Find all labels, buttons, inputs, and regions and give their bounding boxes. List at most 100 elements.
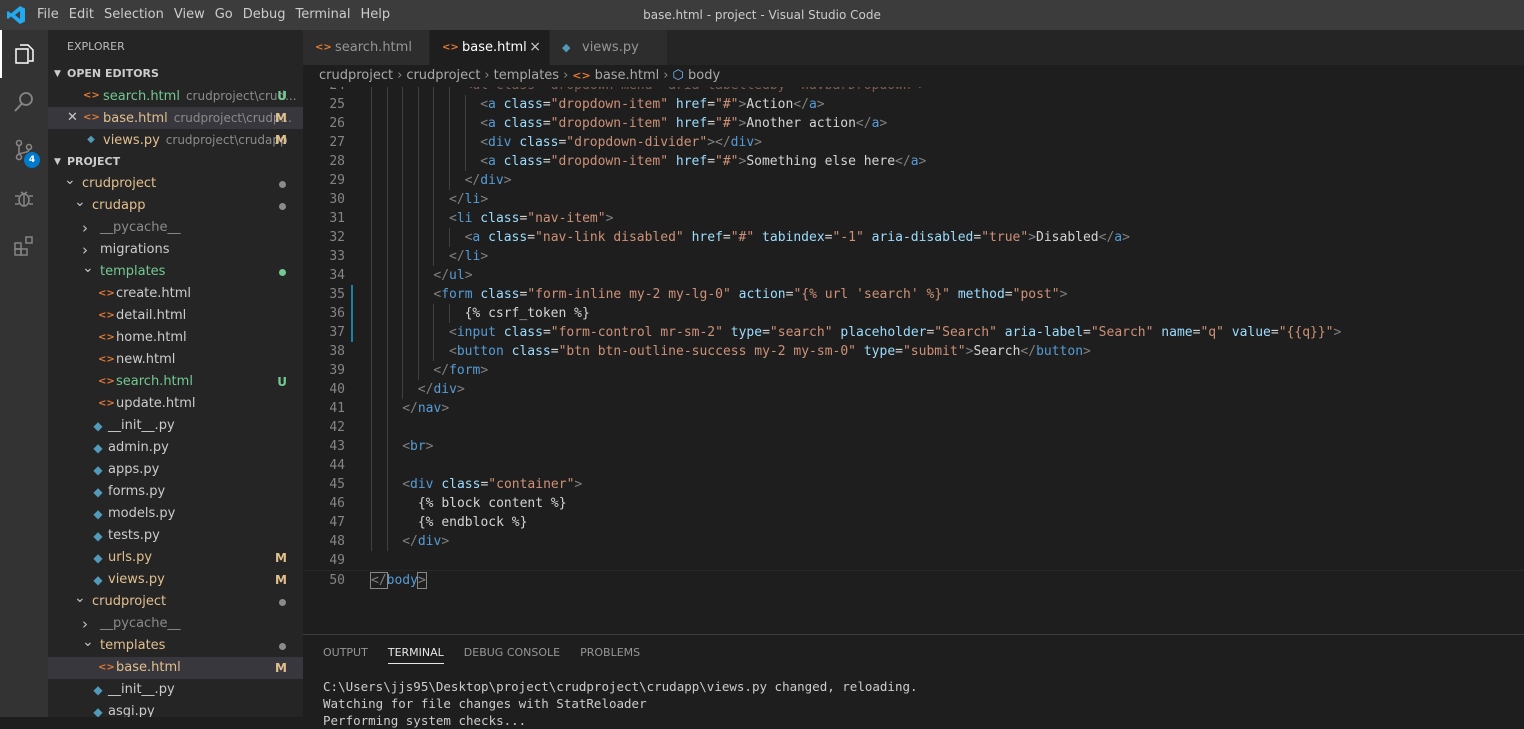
menu-view[interactable]: View [169, 0, 210, 30]
tree-item[interactable]: › __pycache__ [48, 217, 303, 239]
tree-item[interactable]: <> new.html [48, 349, 303, 371]
open-editor-label: search.html crudproject\crud... [103, 85, 297, 108]
menu-go[interactable]: Go [210, 0, 238, 30]
code-line: 34 </ul> [303, 266, 1524, 285]
explorer-icon[interactable] [0, 30, 48, 78]
line-number: 28 [329, 154, 345, 169]
line-number: 30 [329, 192, 345, 207]
menu-selection[interactable]: Selection [99, 0, 169, 30]
panel-tab-problems[interactable]: PROBLEMS [580, 635, 640, 670]
open-editor-item[interactable]: ◆ views.py crudproject\crudapp M [48, 129, 303, 151]
html-file-icon: <> [98, 662, 115, 673]
tree-item[interactable]: ◆ __init__.py [48, 415, 303, 437]
line-number: 24 [303, 87, 345, 95]
project-header[interactable]: ▼ PROJECT [48, 151, 303, 173]
tree-item[interactable]: <> create.html [48, 283, 303, 305]
tree-item[interactable]: ◆ __init__.py [48, 679, 303, 701]
python-file-icon: ◆ [93, 551, 103, 565]
breadcrumb-item[interactable]: crudproject [319, 68, 393, 83]
line-number: 38 [329, 344, 345, 359]
menu-file[interactable]: File [32, 0, 64, 30]
indent-guide [402, 190, 404, 209]
html-file-icon: <> [98, 376, 115, 387]
tree-item[interactable]: <> base.html M [48, 657, 303, 679]
search-icon[interactable] [0, 78, 48, 126]
close-icon[interactable]: ✕ [67, 107, 78, 129]
tree-item[interactable]: ◆ admin.py [48, 437, 303, 459]
code-line: 31 <li class="nav-item"> [303, 209, 1524, 228]
tree-item-label: crudproject [92, 594, 167, 609]
tree-item-label: templates [100, 264, 166, 279]
breadcrumb-item[interactable]: body [688, 68, 720, 83]
line-number: 27 [329, 135, 345, 150]
tree-item[interactable]: ⌄ templates [48, 260, 303, 283]
tree-item[interactable]: ◆ apps.py [48, 459, 303, 481]
tree-item[interactable]: ◆ tests.py [48, 525, 303, 547]
indent-guide [433, 171, 435, 190]
line-number: 35 [329, 287, 345, 302]
code-line: 43 <br> [303, 437, 1524, 456]
open-editor-item[interactable]: <> search.html crudproject\crud... U [48, 85, 303, 107]
tree-item[interactable]: ◆ models.py [48, 503, 303, 525]
code-text: <a class="dropdown-item" href="#">Action… [480, 97, 825, 112]
indent-guide [386, 494, 388, 513]
tree-item[interactable]: ◆ asgi.py [48, 701, 303, 717]
breadcrumb-item[interactable]: crudproject [406, 68, 480, 83]
tree-item[interactable]: ◆ views.py M [48, 569, 303, 591]
tree-item[interactable]: <> search.html U [48, 371, 303, 393]
indent-guide [371, 475, 372, 494]
indent-guide [464, 95, 466, 114]
tree-item-label: tests.py [108, 528, 160, 543]
code-editor[interactable]: 24 <ul class="dropdown-menu" aria-labelle… [303, 87, 1524, 665]
code-text: </body> [370, 572, 427, 589]
source-control-icon[interactable]: 4 [0, 126, 48, 174]
tree-item[interactable]: <> update.html [48, 393, 303, 415]
tree-item-label: __pycache__ [100, 616, 181, 631]
tree-item[interactable]: ⌄ crudapp [48, 194, 303, 217]
extensions-icon[interactable] [0, 222, 48, 270]
panel-tab-terminal[interactable]: TERMINAL [387, 635, 444, 670]
close-icon[interactable]: × [529, 30, 541, 65]
code-line: 28 <a class="dropdown-item" href="#">Some… [303, 152, 1524, 171]
tree-item[interactable]: <> home.html [48, 327, 303, 349]
code-text: </li> [449, 192, 489, 207]
git-status-badge: M [275, 133, 287, 147]
debug-icon[interactable] [0, 174, 48, 222]
menu-help[interactable]: Help [355, 0, 395, 30]
tree-item-label: base.html [116, 660, 181, 675]
tree-item-label: crudproject [82, 176, 157, 191]
open-editor-item[interactable]: ✕ <> base.html crudproject\crudp... M [48, 107, 303, 129]
indent-guide [371, 133, 372, 152]
tree-item[interactable]: ⌄ templates [48, 634, 303, 657]
indent-guide [402, 114, 404, 133]
tree-item-label: new.html [116, 352, 176, 367]
panel-tab-debug-console[interactable]: DEBUG CONSOLE [464, 635, 560, 670]
indent-guide [417, 209, 419, 228]
code-text: <ul class="dropdown-menu" aria-labelledb… [465, 87, 927, 95]
indent-guide [449, 171, 450, 190]
tree-item[interactable]: ⌄ crudproject [48, 590, 303, 613]
code-line: 25 <a class="dropdown-item" href="#">Acti… [303, 95, 1524, 114]
tab-views-py[interactable]: ◆ views.py [550, 30, 668, 65]
code-text: </div> [402, 534, 450, 549]
python-file-icon: ◆ [93, 463, 103, 477]
tree-item[interactable]: ◆ urls.py M [48, 547, 303, 569]
open-editors-header[interactable]: ▼ OPEN EDITORS [48, 63, 303, 85]
tree-item[interactable]: ◆ forms.py [48, 481, 303, 503]
code-text: <li class="nav-item"> [449, 211, 614, 226]
menu-edit[interactable]: Edit [64, 0, 99, 30]
breadcrumb-item[interactable]: base.html [595, 68, 660, 83]
tab-base-html[interactable]: <> base.html × [430, 30, 550, 65]
menu-terminal[interactable]: Terminal [291, 0, 356, 30]
tab-search-html[interactable]: <> search.html [303, 30, 430, 65]
tree-item[interactable]: ⌄ crudproject [48, 172, 303, 195]
breadcrumb-item[interactable]: templates [494, 68, 559, 83]
menu-debug[interactable]: Debug [238, 0, 291, 30]
tree-item[interactable]: <> detail.html [48, 305, 303, 327]
terminal-output[interactable]: C:\Users\jjs95\Desktop\project\crudproje… [323, 678, 918, 729]
panel-tab-output[interactable]: OUTPUT [323, 635, 368, 670]
python-file-icon: ◆ [93, 507, 103, 521]
editor-area: <> search.html <> base.html × ◆ views.py crudp… [303, 30, 1524, 728]
line-number: 50 [329, 573, 345, 588]
code-text: {% endblock %} [402, 515, 528, 530]
